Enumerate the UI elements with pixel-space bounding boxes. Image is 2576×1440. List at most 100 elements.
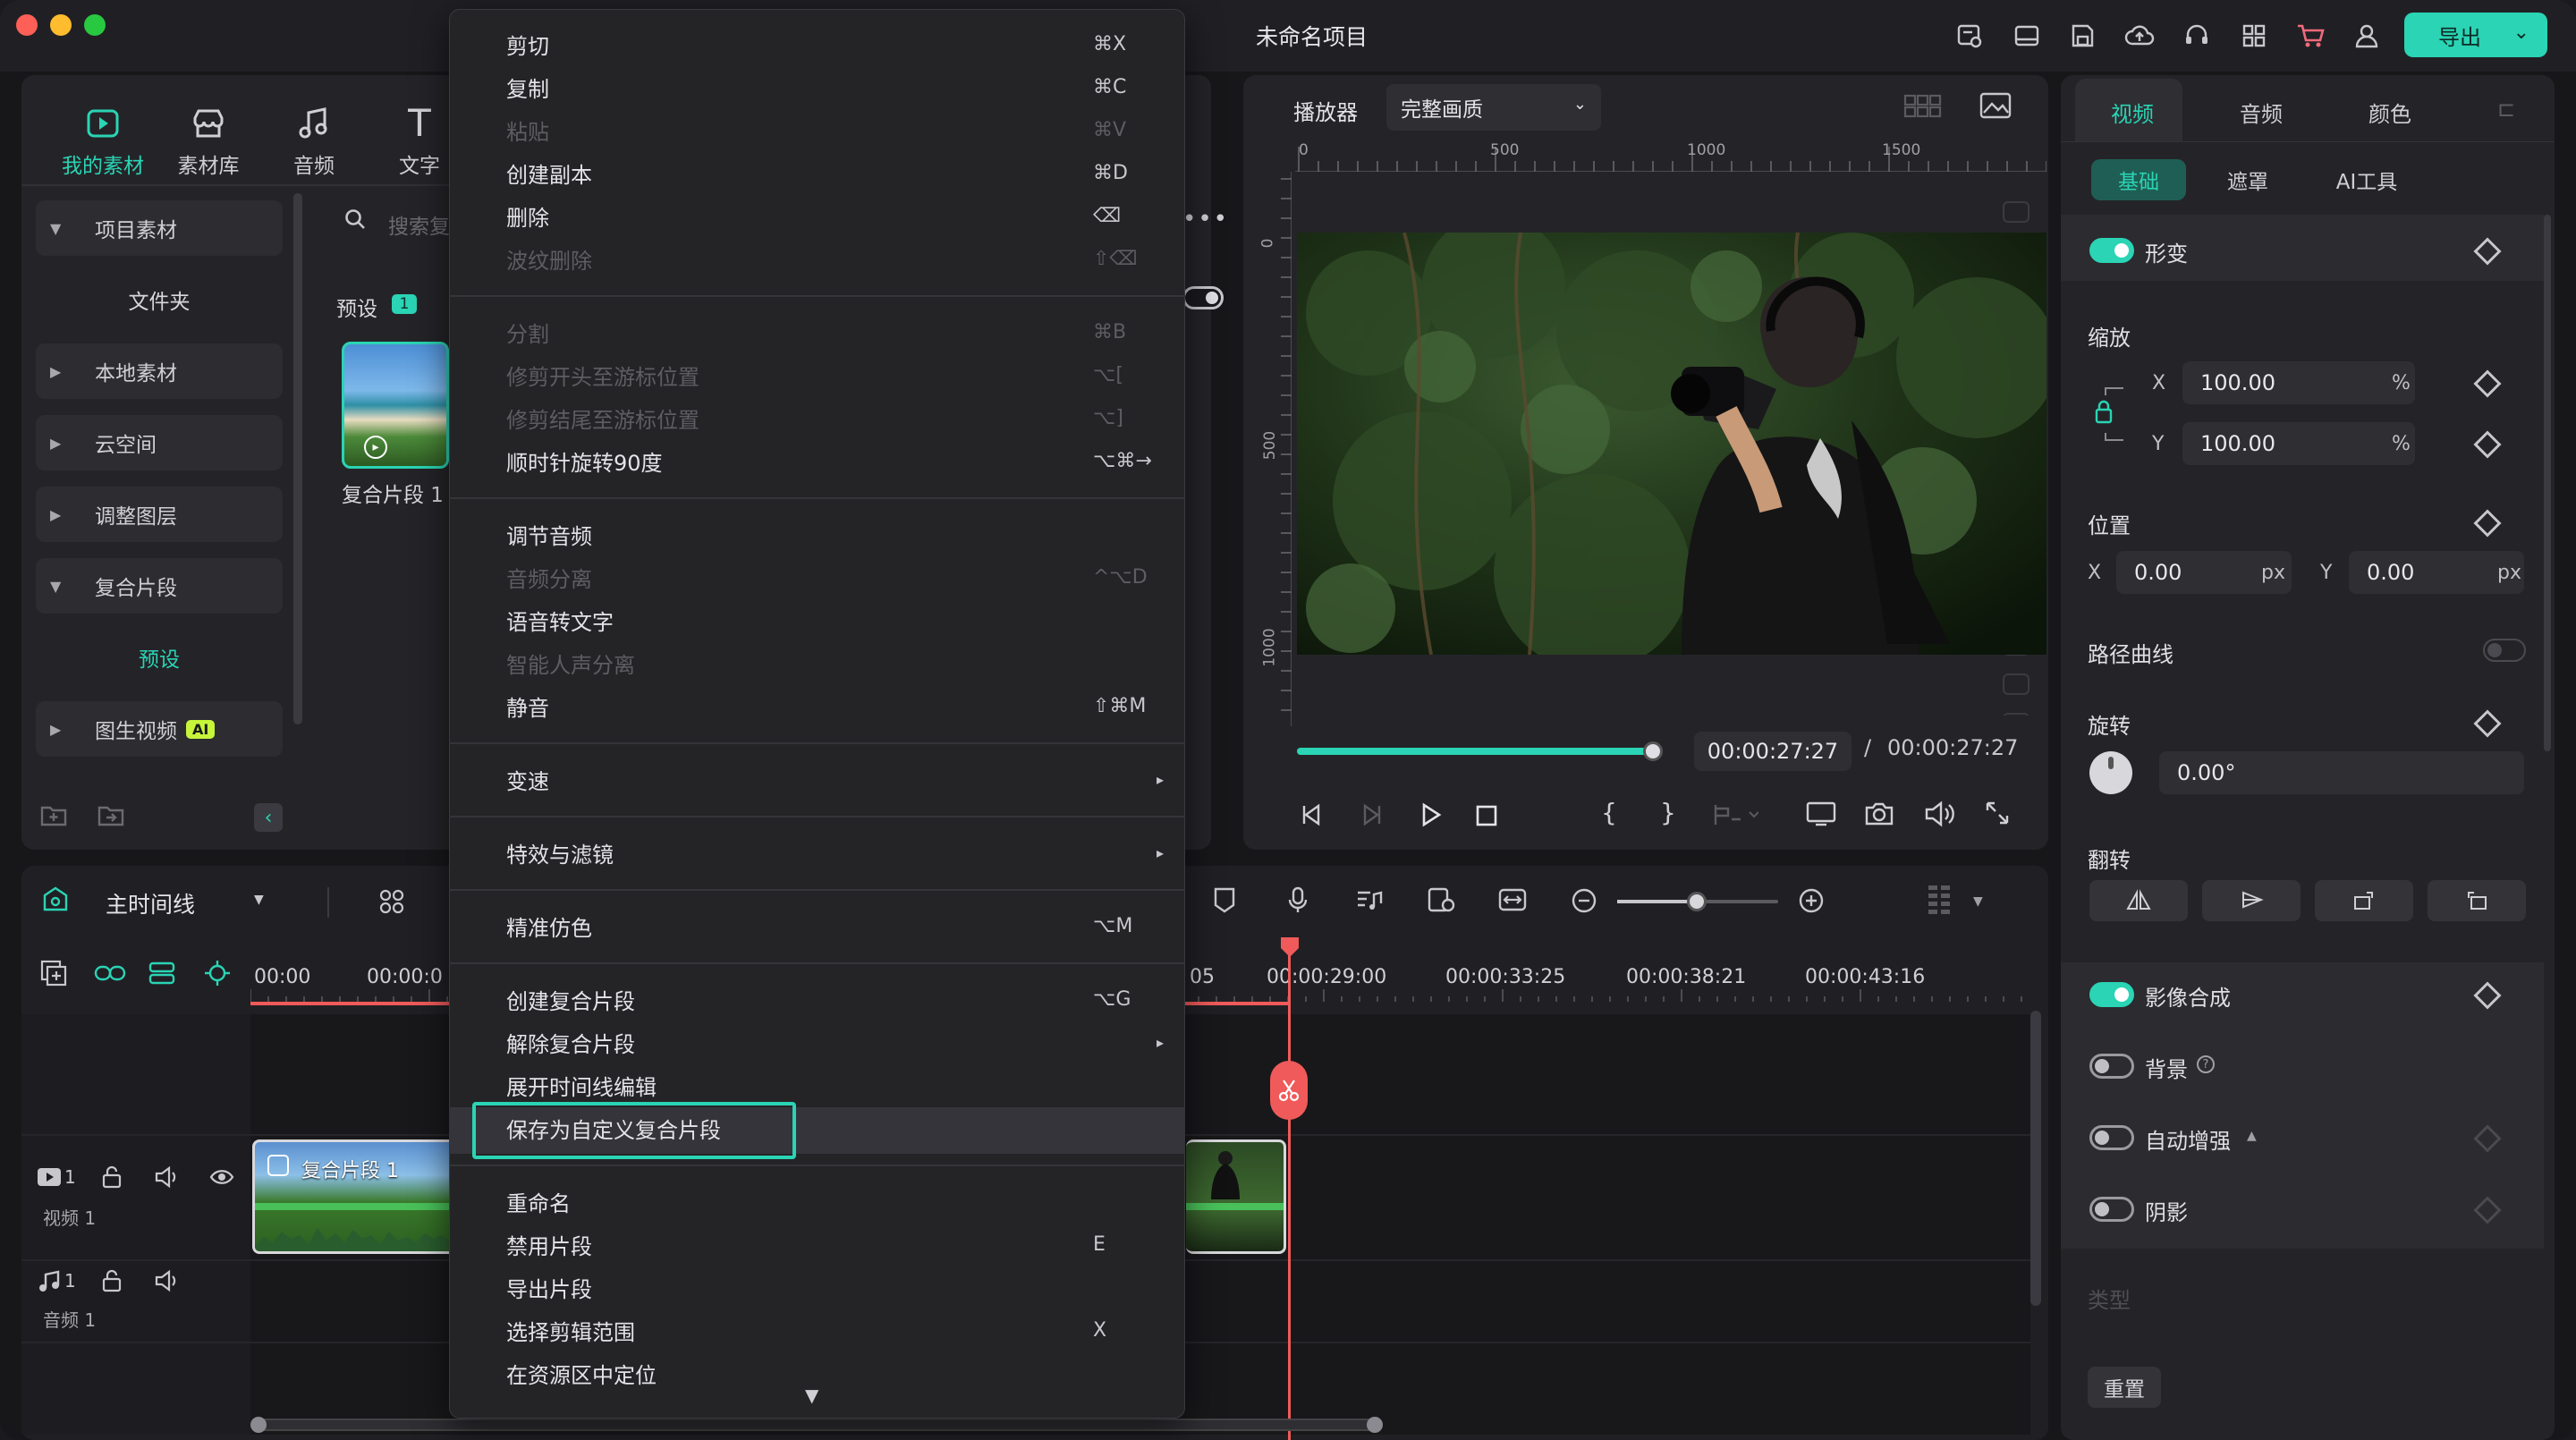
tab-color[interactable]: 颜色 xyxy=(2368,97,2411,128)
rotate-dial[interactable] xyxy=(2089,751,2132,794)
background-toggle[interactable] xyxy=(2089,1054,2134,1079)
fit-timeline-icon[interactable] xyxy=(1497,885,1528,914)
sidebar-item-image-to-video[interactable]: ▶ 图生视频 AI xyxy=(36,701,283,757)
zoom-out-icon[interactable] xyxy=(1571,887,1597,914)
context-menu-item[interactable]: 禁用片段 E xyxy=(449,1224,1185,1265)
progress-handle[interactable] xyxy=(1643,741,1663,761)
tab-my-media[interactable]: 我的素材 xyxy=(54,104,152,179)
context-menu-item[interactable]: 静音 ⇧⌘M xyxy=(449,685,1185,726)
track-height-icon[interactable] xyxy=(1925,882,1955,918)
tab-overflow[interactable]: ⊏ xyxy=(2497,97,2515,122)
subtab-basic[interactable]: 基础 xyxy=(2091,159,2186,200)
scroll-handle-left[interactable] xyxy=(250,1417,267,1433)
apps-grid-icon[interactable] xyxy=(2236,18,2272,54)
lock-track-icon[interactable] xyxy=(100,1165,123,1190)
export-button[interactable]: 导出 ⌄ xyxy=(2404,13,2547,57)
fullscreen-icon[interactable] xyxy=(1984,800,2011,826)
caret-up-icon[interactable]: ▲ xyxy=(2247,1129,2257,1143)
context-menu-item[interactable]: 语音转文字 xyxy=(449,599,1185,640)
rotate-cw-button[interactable] xyxy=(2315,880,2413,921)
scale-x-field[interactable]: 100.00 xyxy=(2182,361,2415,404)
context-menu-item[interactable]: 变速 ▸ xyxy=(449,758,1185,800)
music-sync-icon[interactable] xyxy=(1354,885,1385,914)
grid-view-icon[interactable] xyxy=(1903,93,1943,120)
caret-down-icon[interactable]: ▼ xyxy=(1973,894,1983,909)
context-menu-item[interactable]: 删除 ⌫ xyxy=(449,195,1185,236)
menu-scroll-down-icon[interactable]: ▼ xyxy=(805,1385,818,1406)
timeline-vertical-scrollbar[interactable] xyxy=(2030,1011,2041,1306)
volume-icon[interactable] xyxy=(1923,800,1955,828)
reset-button[interactable]: 重置 xyxy=(2088,1367,2161,1408)
track-settings-icon[interactable] xyxy=(147,959,179,987)
compositing-toggle[interactable] xyxy=(2089,982,2134,1007)
eye-visibility-icon[interactable] xyxy=(209,1166,234,1188)
mute-track-icon[interactable] xyxy=(154,1268,181,1293)
link-clips-icon[interactable] xyxy=(93,959,127,987)
sidebar-scrollbar[interactable] xyxy=(293,193,302,724)
rotate-field[interactable]: 0.00° xyxy=(2159,751,2524,794)
scroll-handle-right[interactable] xyxy=(1367,1417,1383,1433)
link-lock-icon[interactable] xyxy=(2093,374,2132,454)
cloud-upload-icon[interactable] xyxy=(2122,18,2157,54)
zoom-window-button[interactable] xyxy=(84,14,106,36)
activity-icon[interactable] xyxy=(1952,18,1987,54)
cart-icon[interactable] xyxy=(2293,18,2329,54)
new-folder-icon[interactable] xyxy=(39,803,68,828)
search-icon[interactable] xyxy=(343,208,367,231)
shadow-toggle[interactable] xyxy=(2089,1197,2134,1222)
context-menu-item[interactable]: 重命名 xyxy=(449,1181,1185,1222)
preview-toggle[interactable] xyxy=(1182,286,1224,309)
snap-magnet-icon[interactable] xyxy=(202,959,233,987)
context-menu-item[interactable]: 复制 ⌘C xyxy=(449,66,1185,107)
snapshot-image-icon[interactable] xyxy=(1979,91,2012,120)
add-track-icon[interactable] xyxy=(39,959,68,987)
scale-y-field[interactable]: 100.00 xyxy=(2182,422,2415,465)
context-menu-item[interactable]: 精准仿色 ⌥M xyxy=(449,905,1185,946)
move-folder-icon[interactable] xyxy=(97,803,125,828)
home-icon[interactable] xyxy=(41,885,70,914)
play-icon[interactable] xyxy=(1417,801,1444,828)
zoom-slider[interactable] xyxy=(1617,892,1778,911)
sidebar-item-preset[interactable]: 预设 xyxy=(36,630,283,685)
grid-layout-icon[interactable] xyxy=(377,887,406,916)
current-timecode[interactable]: 00:00:27:27 xyxy=(1694,732,1852,771)
caret-down-icon[interactable]: ▼ xyxy=(254,893,264,907)
split-scissors-button[interactable] xyxy=(1270,1061,1308,1120)
stop-icon[interactable] xyxy=(1474,803,1499,828)
minimize-window-button[interactable] xyxy=(50,14,72,36)
help-icon[interactable]: ? xyxy=(2197,1055,2215,1073)
insert-icon[interactable] xyxy=(1712,801,1758,828)
mark-in-icon[interactable]: { xyxy=(1601,798,1617,827)
layout-icon[interactable] xyxy=(2009,18,2045,54)
tab-stock[interactable]: 素材库 xyxy=(159,104,258,179)
sidebar-item-project-media[interactable]: ▼ 项目素材 xyxy=(36,200,283,256)
account-icon[interactable] xyxy=(2349,18,2385,54)
close-window-button[interactable] xyxy=(16,14,38,36)
timeline-clip[interactable]: 复合片段 1 xyxy=(252,1139,467,1254)
context-menu-item[interactable]: 创建副本 ⌘D xyxy=(449,152,1185,193)
properties-scrollbar[interactable] xyxy=(2544,215,2551,751)
path-curve-toggle[interactable] xyxy=(2483,639,2526,662)
subtab-mask[interactable]: 遮罩 xyxy=(2202,159,2293,200)
mute-track-icon[interactable] xyxy=(154,1165,181,1190)
marker-icon[interactable] xyxy=(1211,885,1238,914)
tab-audio[interactable]: 音频 xyxy=(265,104,363,179)
zoom-handle[interactable] xyxy=(1687,892,1707,911)
context-menu-item[interactable]: 调节音频 xyxy=(449,513,1185,555)
tab-audio-props[interactable]: 音频 xyxy=(2240,97,2283,128)
sidebar-item-adjustment-layer[interactable]: ▶ 调整图层 xyxy=(36,487,283,542)
subtab-ai-tools[interactable]: AI工具 xyxy=(2317,159,2417,200)
next-frame-icon[interactable] xyxy=(1358,801,1385,828)
sidebar-item-cloud[interactable]: ▶ 云空间 xyxy=(36,415,283,470)
auto-reframe-icon[interactable] xyxy=(1426,885,1456,914)
playhead-line[interactable] xyxy=(1288,944,1291,1440)
playback-progress[interactable] xyxy=(1297,741,1663,761)
tab-video[interactable]: 视频 xyxy=(2111,97,2154,128)
sidebar-item-folder[interactable]: 文件夹 xyxy=(36,272,283,327)
timeline-clip-end[interactable] xyxy=(1186,1139,1286,1254)
microphone-icon[interactable] xyxy=(1284,885,1311,914)
context-menu-item[interactable]: 创建复合片段 ⌥G xyxy=(449,978,1185,1020)
collapse-sidebar-button[interactable]: ‹ xyxy=(254,803,283,832)
more-options-icon[interactable]: ••• xyxy=(1182,206,1229,233)
context-menu-item[interactable]: 导出片段 xyxy=(449,1266,1185,1308)
